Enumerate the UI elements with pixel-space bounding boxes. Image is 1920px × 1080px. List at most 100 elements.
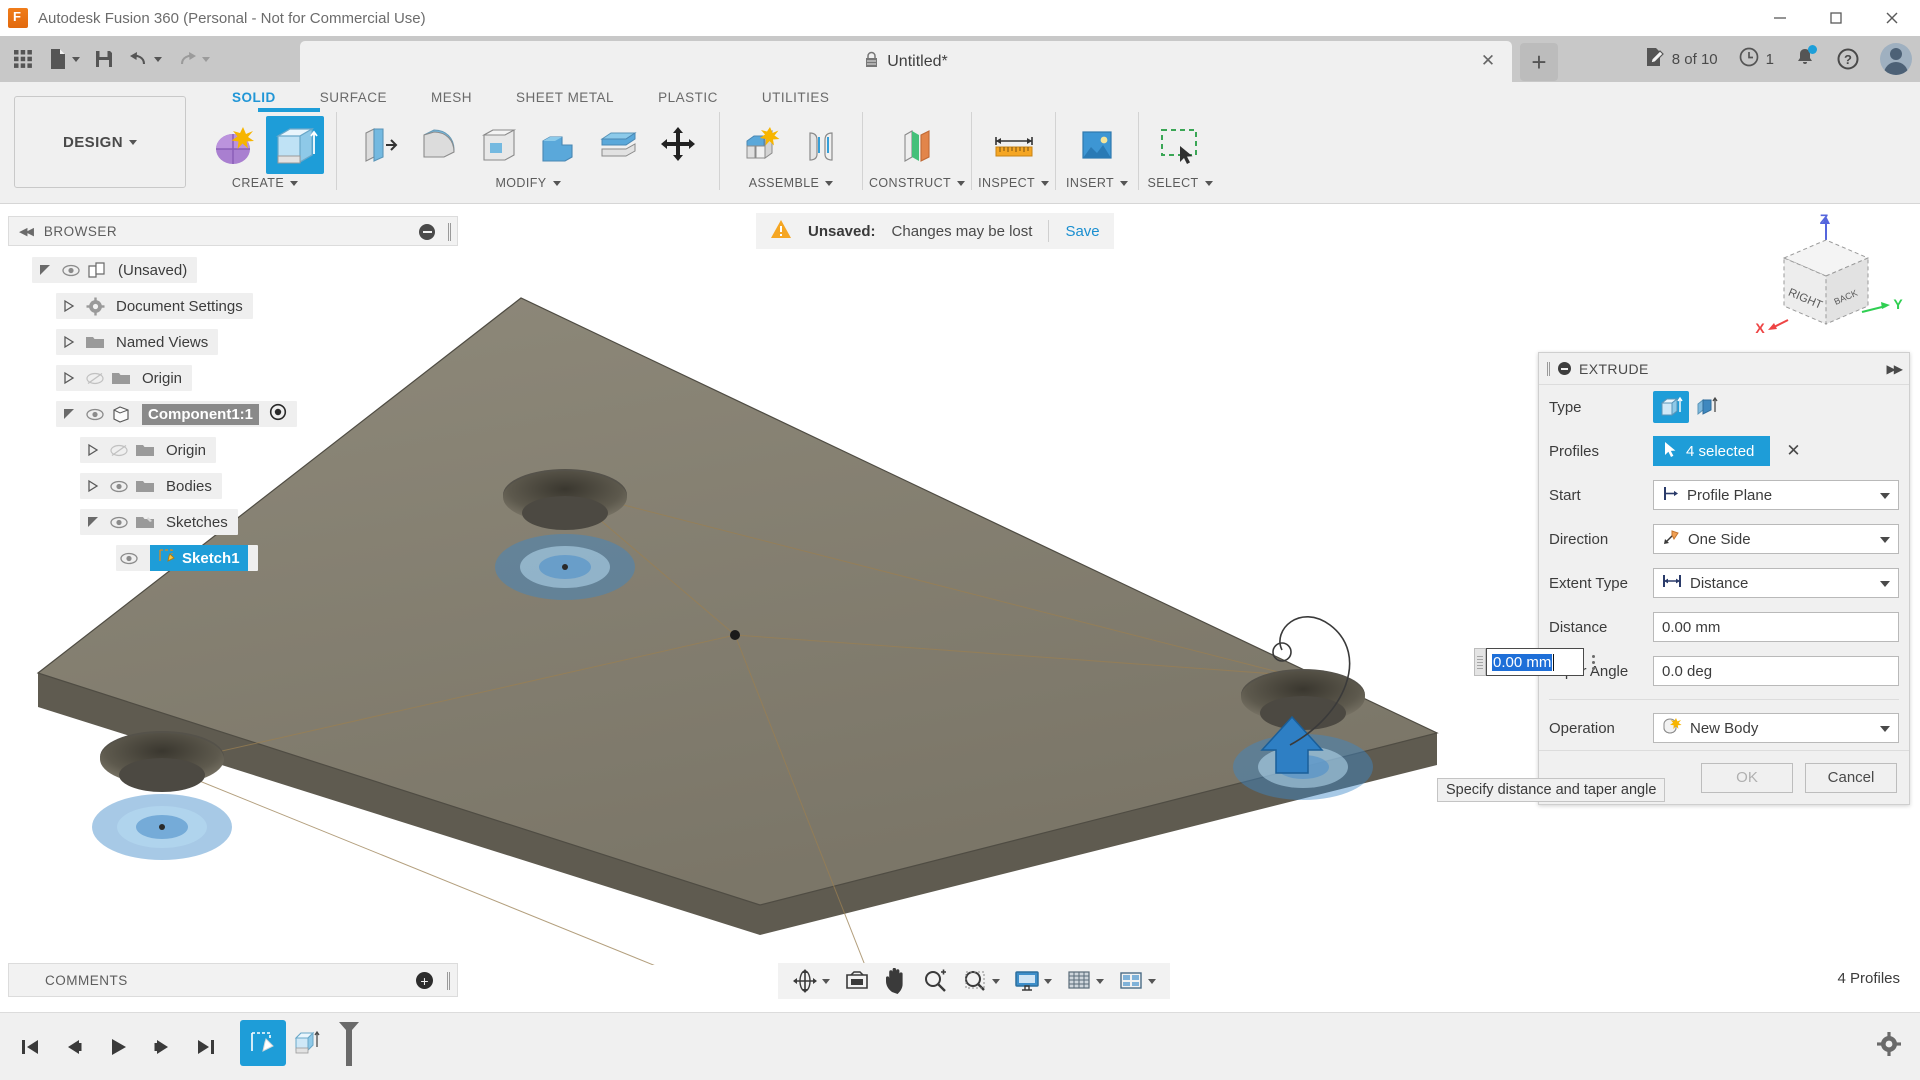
play-icon[interactable] xyxy=(102,1031,134,1063)
help-icon[interactable]: ? xyxy=(1836,47,1860,71)
panel-grip[interactable] xyxy=(448,223,451,241)
extent-dropdown[interactable]: Distance xyxy=(1653,568,1899,598)
extrude-solid-icon[interactable] xyxy=(1653,391,1689,423)
extrude-dialog[interactable]: EXTRUDE ▶▶ Type Profiles 4 selected ✕ St… xyxy=(1538,352,1910,805)
minimize-dialog-icon[interactable] xyxy=(1558,362,1571,375)
drag-grip-icon[interactable] xyxy=(1474,648,1486,676)
chevron-down-icon[interactable] xyxy=(957,180,966,186)
visibility-eye-icon[interactable] xyxy=(116,552,142,565)
edits-remaining[interactable]: 8 of 10 xyxy=(1644,46,1718,73)
twisty-collapsed-icon[interactable] xyxy=(56,335,82,349)
tree-item-unsaved[interactable]: (Unsaved) xyxy=(8,252,458,288)
cancel-button[interactable]: Cancel xyxy=(1805,762,1897,793)
drag-grip-icon[interactable] xyxy=(1547,361,1550,376)
taper-input[interactable]: 0.0 deg xyxy=(1653,656,1899,686)
go-to-end-icon[interactable] xyxy=(190,1031,222,1063)
twisty-collapsed-icon[interactable] xyxy=(80,479,106,493)
chevron-down-icon[interactable] xyxy=(1204,180,1213,186)
minimize-panel-icon[interactable] xyxy=(419,224,435,240)
avatar[interactable] xyxy=(1880,43,1912,75)
offset-face-icon[interactable] xyxy=(589,116,647,174)
move-copy-icon[interactable] xyxy=(649,116,707,174)
undo-icon[interactable] xyxy=(122,40,168,78)
timeline-extrude-node[interactable] xyxy=(286,1020,332,1066)
redo-icon[interactable] xyxy=(170,40,216,78)
tree-item-origin-component[interactable]: Origin xyxy=(8,432,458,468)
measure-icon[interactable] xyxy=(985,116,1043,174)
clear-selection-icon[interactable]: ✕ xyxy=(1786,441,1800,461)
minimize-button[interactable] xyxy=(1752,0,1808,36)
floating-distance-input[interactable]: 0.00 mm xyxy=(1474,648,1602,676)
tab-solid[interactable]: SOLID xyxy=(210,90,298,105)
extrude-icon[interactable] xyxy=(266,116,324,174)
document-tab[interactable]: Untitled* ✕ xyxy=(300,41,1512,82)
save-icon[interactable] xyxy=(88,40,120,78)
chevron-down-icon[interactable] xyxy=(825,180,834,186)
timeline-sketch-node[interactable] xyxy=(240,1020,286,1066)
visibility-eye-icon[interactable] xyxy=(106,516,132,529)
twisty-expanded-icon[interactable] xyxy=(80,515,106,529)
look-at-icon[interactable] xyxy=(838,969,876,993)
grid-snaps-icon[interactable] xyxy=(1060,969,1110,993)
save-link[interactable]: Save xyxy=(1065,223,1099,240)
go-to-beginning-icon[interactable] xyxy=(14,1031,46,1063)
close-button[interactable] xyxy=(1864,0,1920,36)
insert-image-icon[interactable] xyxy=(1068,116,1126,174)
extrude-dialog-header[interactable]: EXTRUDE ▶▶ xyxy=(1539,353,1909,385)
zoom-window-icon[interactable] xyxy=(956,969,1006,993)
version-history[interactable]: 1 xyxy=(1738,46,1774,73)
chevron-down-icon[interactable] xyxy=(1880,581,1890,587)
tab-sheet-metal[interactable]: SHEET METAL xyxy=(494,90,636,105)
distance-value-box[interactable]: 0.00 mm xyxy=(1486,648,1584,676)
pan-icon[interactable] xyxy=(878,968,914,994)
tree-item-bodies[interactable]: Bodies xyxy=(8,468,458,504)
select-window-icon[interactable] xyxy=(1151,116,1209,174)
chevron-down-icon[interactable] xyxy=(992,978,1000,984)
profiles-select-button[interactable]: 4 selected xyxy=(1653,436,1771,466)
chevron-down-icon[interactable] xyxy=(1120,180,1129,186)
app-grid-icon[interactable] xyxy=(6,40,40,78)
visibility-eye-off-icon[interactable] xyxy=(82,372,108,385)
new-document-icon[interactable] xyxy=(42,40,86,78)
chevron-down-icon[interactable] xyxy=(1148,978,1156,984)
maximize-button[interactable] xyxy=(1808,0,1864,36)
tree-item-origin-root[interactable]: Origin xyxy=(8,360,458,396)
close-icon[interactable]: ✕ xyxy=(1478,51,1498,71)
shell-icon[interactable] xyxy=(469,116,527,174)
timeline-settings-icon[interactable] xyxy=(1876,1031,1902,1062)
tree-item-component1[interactable]: Component1:1 xyxy=(8,396,458,432)
display-settings-icon[interactable] xyxy=(1008,969,1058,993)
create-sketch-icon[interactable] xyxy=(206,116,264,174)
collapse-left-icon[interactable]: ◀◀ xyxy=(19,225,34,238)
new-component-icon[interactable] xyxy=(732,116,790,174)
joint-icon[interactable] xyxy=(792,116,850,174)
zoom-icon[interactable] xyxy=(916,969,954,993)
chevron-down-icon[interactable] xyxy=(1041,180,1050,186)
more-options-icon[interactable] xyxy=(1584,648,1602,676)
chevron-down-icon[interactable] xyxy=(1880,537,1890,543)
orbit-icon[interactable] xyxy=(786,968,836,994)
notifications-button[interactable] xyxy=(1794,44,1817,73)
add-comment-icon[interactable]: + xyxy=(416,972,433,989)
expand-dialog-icon[interactable]: ▶▶ xyxy=(1887,362,1904,376)
twisty-collapsed-icon[interactable] xyxy=(56,371,82,385)
chevron-down-icon[interactable] xyxy=(1880,726,1890,732)
chevron-down-icon[interactable] xyxy=(290,180,299,186)
twisty-expanded-icon[interactable] xyxy=(32,263,58,277)
timeline-marker-icon[interactable] xyxy=(336,1020,362,1073)
extrude-thin-icon[interactable] xyxy=(1689,391,1725,423)
fillet-icon[interactable] xyxy=(409,116,467,174)
chevron-down-icon[interactable] xyxy=(1880,493,1890,499)
start-dropdown[interactable]: Profile Plane xyxy=(1653,480,1899,510)
direction-dropdown[interactable]: One Side xyxy=(1653,524,1899,554)
step-back-icon[interactable] xyxy=(58,1031,90,1063)
tree-item-sketch1[interactable]: Sketch1 xyxy=(8,540,458,576)
viewports-icon[interactable] xyxy=(1112,969,1162,993)
new-tab-button[interactable]: + xyxy=(1520,43,1558,81)
view-cube[interactable]: Z Y X RIGHT BACK xyxy=(1740,210,1910,350)
twisty-expanded-icon[interactable] xyxy=(56,407,82,421)
tab-utilities[interactable]: UTILITIES xyxy=(740,90,852,105)
ok-button[interactable]: OK xyxy=(1701,762,1793,793)
twisty-collapsed-icon[interactable] xyxy=(80,443,106,457)
tab-surface[interactable]: SURFACE xyxy=(298,90,409,105)
